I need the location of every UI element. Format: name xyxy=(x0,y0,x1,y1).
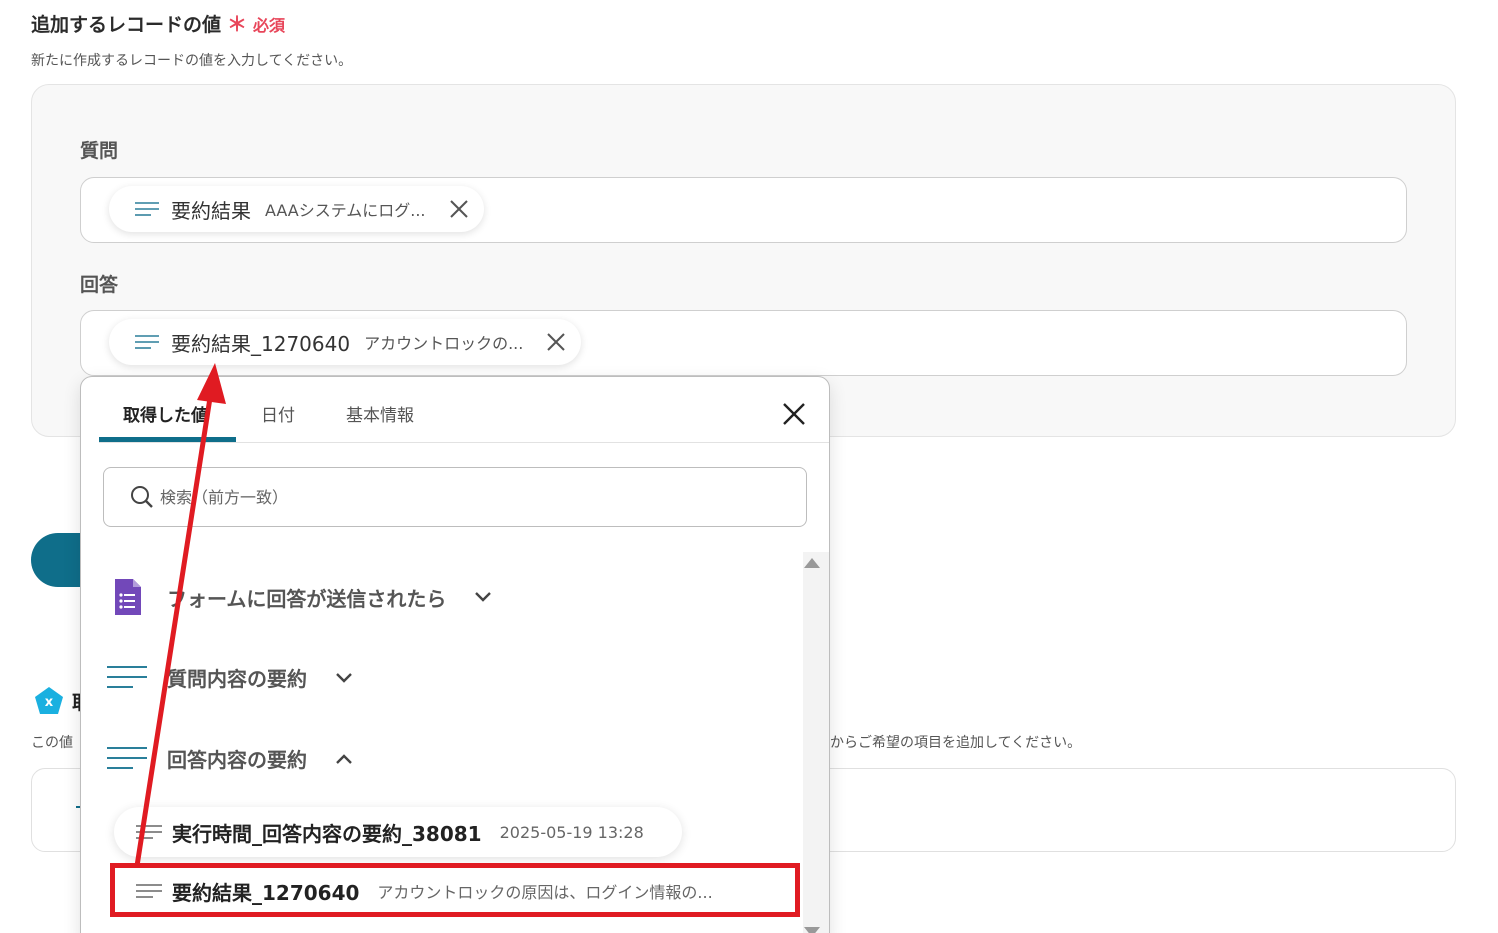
scrollbar[interactable] xyxy=(803,552,829,933)
close-icon[interactable] xyxy=(781,401,807,427)
google-forms-icon xyxy=(115,579,141,615)
tab-date[interactable]: 日付 xyxy=(261,401,295,426)
chip-value: アカウントロックの... xyxy=(364,334,524,353)
text-lines-icon xyxy=(135,202,159,216)
group-form-submitted[interactable]: フォームに回答が送信されたら xyxy=(107,577,492,617)
section-description: 新たに作成するレコードの値を入力してください。 xyxy=(31,53,353,69)
search-field[interactable] xyxy=(103,467,807,527)
group-question-summary[interactable]: 質問内容の要約 xyxy=(107,663,353,692)
section-title: 追加するレコードの値 ＊ 必須 xyxy=(31,8,285,37)
value-picker-popup: 取得した値 日付 基本情報 フォームに回答が送信されたら xyxy=(80,376,830,933)
answer-value-chip[interactable]: 要約結果_1270640 アカウントロックの... xyxy=(109,319,582,365)
close-icon[interactable] xyxy=(545,331,567,353)
chevron-down-icon xyxy=(475,592,492,602)
value-item[interactable]: 実行時間_回答内容の要約_38081 2025-05-19 13:28 xyxy=(114,807,682,857)
text-lines-icon xyxy=(136,825,162,839)
search-icon xyxy=(131,486,153,508)
group-label: 回答内容の要約 xyxy=(167,748,307,772)
group-answer-summary[interactable]: 回答内容の要約 xyxy=(107,744,353,773)
text-lines-icon xyxy=(135,335,159,349)
svg-text:x: x xyxy=(45,695,54,710)
annotation-highlight-box xyxy=(110,863,800,917)
tab-basic-info[interactable]: 基本情報 xyxy=(346,401,414,426)
chevron-up-icon xyxy=(336,753,352,764)
text-lines-icon xyxy=(107,665,147,688)
search-input[interactable] xyxy=(160,487,760,507)
tab-fetched-values[interactable]: 取得した値 xyxy=(123,401,208,426)
question-value-chip[interactable]: 要約結果 AAAシステムにログ... xyxy=(109,186,484,232)
close-icon[interactable] xyxy=(448,198,470,220)
field-label-answer: 回答 xyxy=(80,274,119,296)
group-label: フォームに回答が送信されたら xyxy=(167,586,447,611)
app-logo-icon: x xyxy=(35,687,63,714)
background-desc-left: この値 xyxy=(31,735,73,751)
background-desc-right: からご希望の項目を追加してください。 xyxy=(830,735,1082,751)
section-title-text: 追加するレコードの値 xyxy=(31,14,222,36)
required-mark: ＊ xyxy=(227,12,248,36)
tab-bar: 取得した値 日付 基本情報 xyxy=(99,377,829,443)
scroll-down-arrow-icon[interactable] xyxy=(804,927,820,933)
active-tab-indicator xyxy=(99,437,236,442)
chevron-down-icon xyxy=(336,672,352,683)
item-name: 実行時間_回答内容の要約_38081 xyxy=(172,821,482,846)
chip-value: AAAシステムにログ... xyxy=(265,201,426,220)
required-label: 必須 xyxy=(253,16,286,35)
item-value: 2025-05-19 13:28 xyxy=(499,822,644,842)
field-label-question: 質問 xyxy=(80,140,119,162)
scroll-up-arrow-icon[interactable] xyxy=(804,558,820,568)
text-lines-icon xyxy=(107,746,147,769)
group-label: 質問内容の要約 xyxy=(167,667,307,691)
chip-name: 要約結果 xyxy=(171,198,251,223)
chip-name: 要約結果_1270640 xyxy=(171,331,351,356)
